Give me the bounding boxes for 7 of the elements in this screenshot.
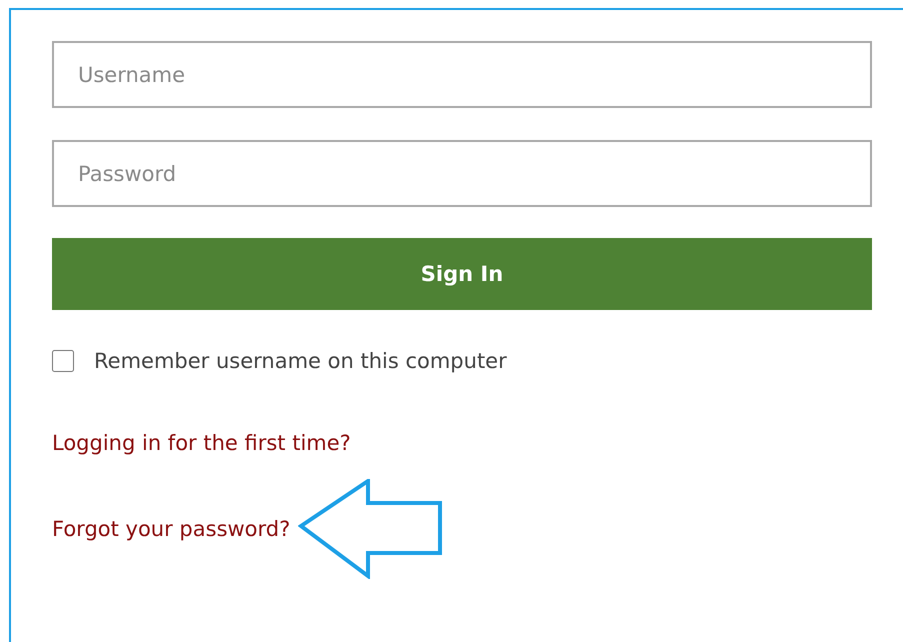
link[interactable]: Logging in for the first time? [52,431,351,455]
sign-in-button[interactable]: Sign In [52,238,872,310]
link[interactable]: Forgot your password? [52,517,290,541]
remember-label: Remember username on this computer [94,349,507,373]
input-field[interactable]: Password [52,140,872,207]
input-field[interactable]: Username [52,41,872,108]
remember-checkbox[interactable] [52,350,74,372]
